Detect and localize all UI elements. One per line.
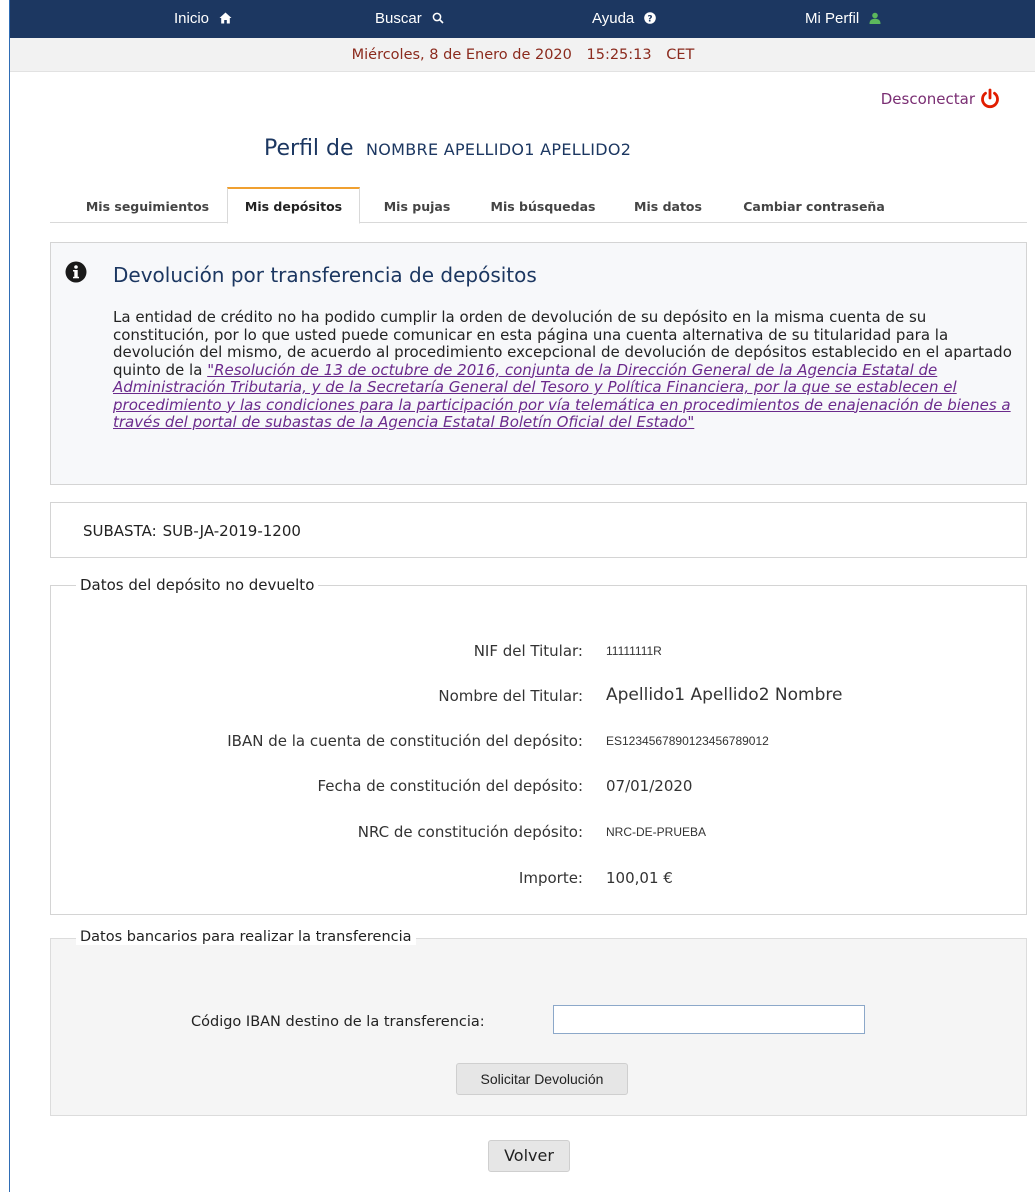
- importe-row: Importe: 100,01 €: [51, 869, 1028, 893]
- nav-ayuda-label: Ayuda: [592, 10, 635, 27]
- deposito-fieldset: Datos del depósito no devuelto NIF del T…: [50, 576, 1028, 915]
- help-icon: ?: [644, 12, 657, 25]
- deposito-legend: Datos del depósito no devuelto: [76, 576, 319, 594]
- profile-name: NOMBRE APELLIDO1 APELLIDO2: [365, 140, 632, 159]
- nav-mi-perfil[interactable]: Mi Perfil: [805, 0, 881, 38]
- current-time: 15:25:13: [586, 47, 652, 63]
- tab-mis-pujas[interactable]: Mis pujas: [372, 187, 462, 223]
- nav-perfil-label: Mi Perfil: [805, 10, 860, 27]
- nrc-row: NRC de constitución depósito: NRC-DE-PRU…: [51, 823, 1028, 847]
- search-icon: [432, 12, 444, 24]
- solicitar-devolucion-button[interactable]: Solicitar Devolución: [456, 1063, 628, 1095]
- iban-origen-row: IBAN de la cuenta de constitución del de…: [51, 732, 1028, 756]
- info-box: Devolución por transferencia de depósito…: [50, 242, 1027, 485]
- nav-inicio-label: Inicio: [174, 10, 210, 27]
- nif-value: 11111111R: [606, 644, 662, 658]
- nombre-label: Nombre del Titular:: [438, 687, 583, 705]
- importe-value: 100,01 €: [606, 869, 673, 887]
- tab-mis-seguimientos[interactable]: Mis seguimientos: [70, 187, 225, 223]
- nav-buscar-label: Buscar: [375, 10, 422, 27]
- fecha-label: Fecha de constitución del depósito:: [317, 777, 583, 795]
- profile-label: Perfil de: [264, 136, 354, 161]
- bancarios-fieldset: Datos bancarios para realizar la transfe…: [50, 929, 1027, 1116]
- iban-origen-value: ES1234567890123456789012: [606, 734, 769, 748]
- nrc-label: NRC de constitución depósito:: [357, 823, 583, 841]
- iban-origen-label: IBAN de la cuenta de constitución del de…: [227, 732, 583, 750]
- nombre-value: Apellido1 Apellido2 Nombre: [606, 685, 843, 705]
- resolucion-link[interactable]: "Resolución de 13 de octubre de 2016, co…: [113, 361, 1011, 432]
- top-navigation: Inicio Buscar Ayuda ? Mi Perfil: [10, 0, 1035, 38]
- current-date: Miércoles, 8 de Enero de 2020: [351, 47, 572, 63]
- page-title: Perfil de NOMBRE APELLIDO1 APELLIDO2: [264, 136, 631, 161]
- nav-inicio[interactable]: Inicio: [174, 0, 232, 38]
- info-icon: [65, 261, 87, 283]
- nif-label: NIF del Titular:: [473, 642, 583, 660]
- fecha-row: Fecha de constitución del depósito: 07/0…: [51, 777, 1028, 801]
- importe-label: Importe:: [518, 869, 583, 887]
- subasta-box: SUBASTA: SUB-JA-2019-1200: [50, 502, 1027, 558]
- nombre-row: Nombre del Titular: Apellido1 Apellido2 …: [51, 685, 1028, 711]
- subasta-label: SUBASTA:: [83, 522, 157, 540]
- subasta-value: SUB-JA-2019-1200: [162, 522, 301, 540]
- bancarios-legend: Datos bancarios para realizar la transfe…: [76, 929, 416, 945]
- tab-mis-datos[interactable]: Mis datos: [624, 187, 712, 223]
- profile-tabs: Mis seguimientos Mis depósitos Mis pujas…: [50, 187, 1027, 224]
- date-time-bar: Miércoles, 8 de Enero de 2020 15:25:13 C…: [10, 38, 1035, 72]
- fecha-value: 07/01/2020: [606, 777, 693, 795]
- tab-mis-busquedas[interactable]: Mis búsquedas: [478, 187, 608, 223]
- home-icon: [219, 12, 232, 24]
- info-text: La entidad de crédito no ha podido cumpl…: [113, 308, 1013, 432]
- svg-text:?: ?: [648, 15, 653, 25]
- timezone: CET: [666, 47, 695, 63]
- nav-buscar[interactable]: Buscar: [375, 0, 444, 38]
- nrc-value: NRC-DE-PRUEBA: [606, 825, 707, 839]
- iban-destino-input[interactable]: [553, 1005, 865, 1034]
- info-title: Devolución por transferencia de depósito…: [113, 263, 537, 287]
- user-icon: [869, 12, 881, 24]
- volver-button[interactable]: Volver: [488, 1140, 570, 1172]
- nif-row: NIF del Titular: 11111111R: [51, 642, 1028, 666]
- tab-mis-depositos[interactable]: Mis depósitos: [227, 187, 360, 224]
- nav-ayuda[interactable]: Ayuda ?: [592, 0, 657, 38]
- logout-label: Desconectar: [880, 90, 975, 108]
- logout-link[interactable]: Desconectar: [881, 88, 1001, 110]
- page: Inicio Buscar Ayuda ? Mi Perfil Miércole…: [9, 0, 1035, 1192]
- iban-destino-label: Código IBAN destino de la transferencia:: [191, 1014, 485, 1030]
- tab-cambiar-contrasena[interactable]: Cambiar contraseña: [730, 187, 898, 223]
- power-icon: [981, 88, 999, 109]
